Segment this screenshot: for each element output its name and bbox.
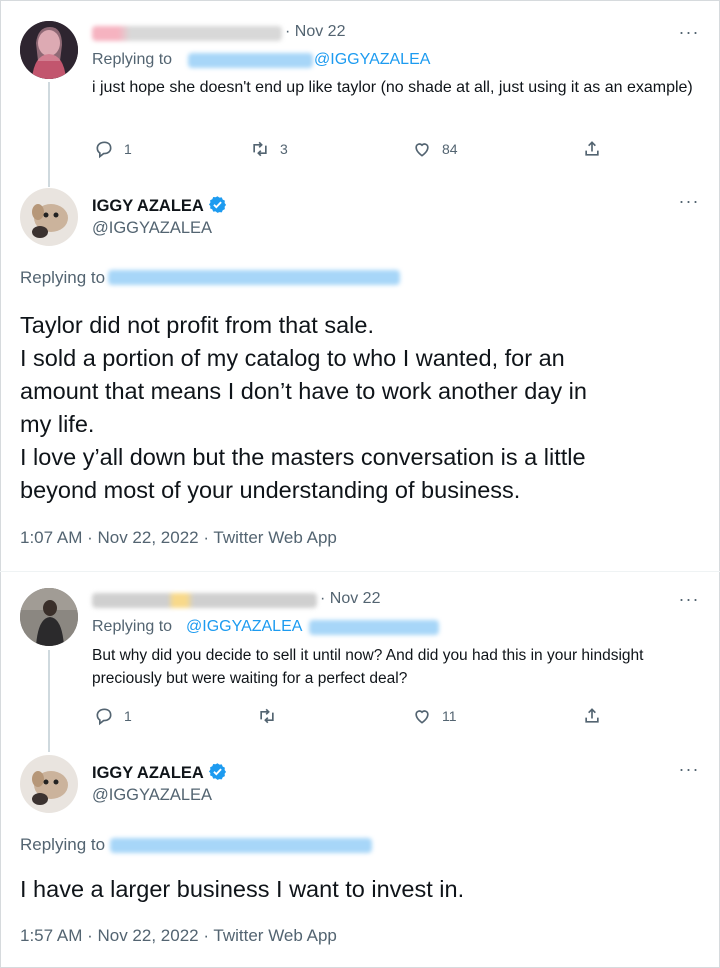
blurred-mention (110, 838, 372, 853)
tweet-line: amount that means I don’t have to work a… (20, 378, 587, 404)
replying-to-label: Replying to (20, 268, 106, 287)
reply-count: 1 (124, 141, 132, 157)
tweet-text: i just hope she doesn't end up like tayl… (92, 79, 693, 96)
display-name[interactable]: IGGY AZALEA (92, 195, 227, 216)
user-handle[interactable]: @IGGYAZALEA (92, 786, 212, 805)
tweet-line: I love y’all down but the masters conver… (20, 444, 586, 470)
tweet-line: my life. (20, 411, 95, 437)
share-icon (585, 708, 599, 723)
tweet-line: beyond most of your understanding of bus… (20, 477, 521, 503)
avatar[interactable] (20, 588, 78, 646)
blurred-display-name (92, 26, 282, 41)
like-count: 84 (442, 141, 458, 157)
reply-button[interactable]: 1 (94, 706, 132, 726)
share-button[interactable] (582, 139, 602, 159)
mention-link[interactable]: @IGGYAZALEA (186, 618, 302, 636)
more-options-icon[interactable]: ··· (677, 760, 701, 783)
divider (0, 571, 720, 572)
more-options-icon[interactable]: ··· (677, 590, 701, 613)
avatar[interactable] (20, 188, 78, 246)
tweet-timestamp[interactable]: 1:57 AM · Nov 22, 2022 · Twitter Web App (20, 926, 337, 946)
replying-to-label: Replying to (92, 618, 173, 635)
tweet-text: But why did you decide to sell it until … (92, 647, 644, 687)
thread-line (48, 82, 50, 187)
more-options-icon[interactable]: ··· (677, 192, 701, 215)
blurred-mention (108, 270, 400, 285)
share-icon (585, 141, 599, 156)
retweet-icon (260, 708, 274, 724)
retweet-icon (253, 141, 267, 157)
retweet-button[interactable] (257, 706, 287, 726)
thread-line (48, 650, 50, 752)
blurred-display-name (92, 593, 317, 608)
reply-button[interactable]: 1 (94, 139, 132, 159)
like-icon (415, 710, 429, 724)
reply-icon (96, 708, 112, 726)
verified-badge-icon (208, 196, 226, 213)
tweet-text: I have a larger business I want to inves… (20, 876, 465, 902)
tweet-line: I sold a portion of my catalog to who I … (20, 345, 565, 371)
user-handle[interactable]: @IGGYAZALEA (92, 219, 212, 238)
verified-badge-icon (208, 763, 226, 780)
avatar[interactable] (20, 755, 78, 813)
retweet-button[interactable]: 3 (250, 139, 288, 159)
avatar[interactable] (20, 21, 78, 79)
like-count: 11 (442, 708, 457, 724)
like-button[interactable]: 11 (412, 706, 457, 726)
reply-count: 1 (124, 708, 132, 724)
tweet-timestamp[interactable]: 1:07 AM · Nov 22, 2022 · Twitter Web App (20, 528, 337, 548)
display-name[interactable]: IGGY AZALEA (92, 762, 227, 783)
tweet-text: Taylor did not profit from that sale. I … (20, 309, 710, 507)
replying-to-label: Replying to (92, 51, 173, 68)
tweet-date[interactable]: · Nov 22 (285, 23, 345, 41)
mention-link[interactable]: @IGGYAZALEA (314, 51, 430, 69)
reply-icon (96, 141, 112, 159)
retweet-count: 3 (280, 141, 288, 157)
replying-to-label: Replying to (20, 835, 106, 854)
more-options-icon[interactable]: ··· (677, 23, 701, 46)
blurred-mention (309, 620, 439, 635)
like-button[interactable]: 84 (412, 139, 458, 159)
blurred-mention (188, 53, 313, 68)
tweet-line: Taylor did not profit from that sale. (20, 312, 374, 338)
tweet-date[interactable]: · Nov 22 (320, 590, 380, 608)
share-button[interactable] (582, 706, 602, 726)
like-icon (415, 143, 429, 157)
